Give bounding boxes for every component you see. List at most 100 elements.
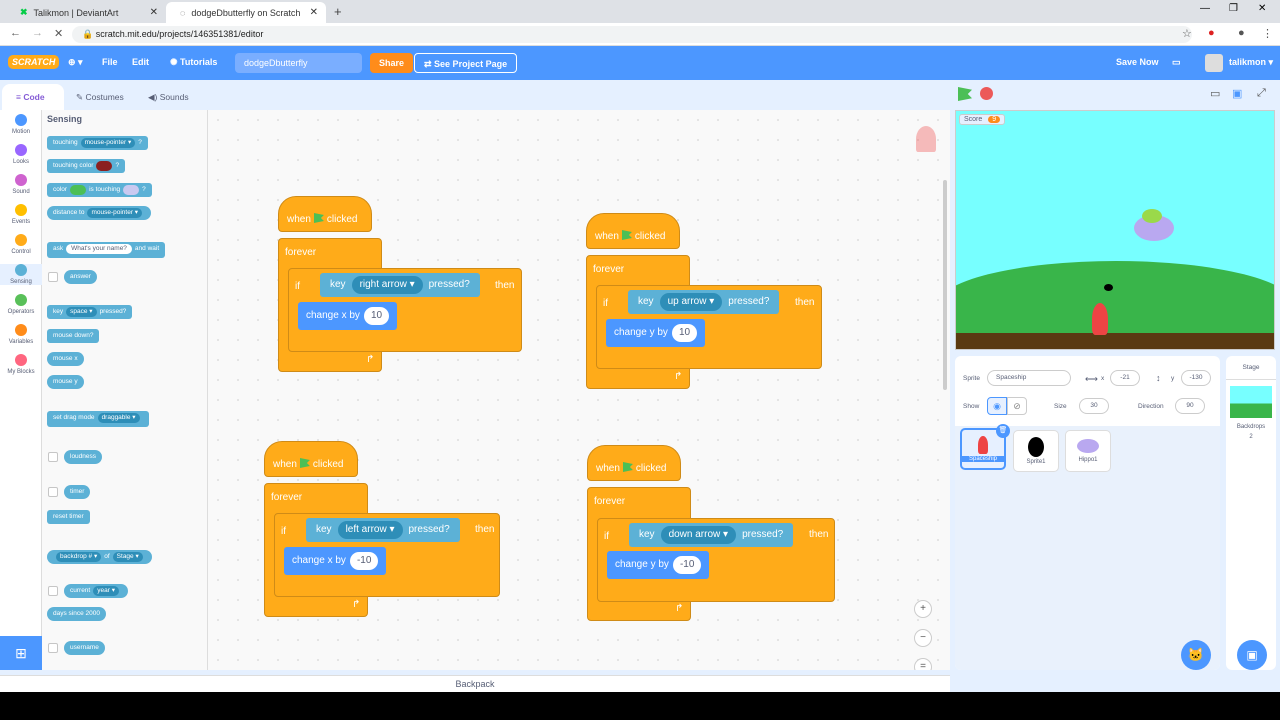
distance-to-block[interactable]: distance to mouse-pointer ▾ — [47, 206, 152, 220]
touching-color-block[interactable]: touching color ? — [47, 159, 126, 173]
color-swatch[interactable] — [96, 161, 113, 171]
mouse-y-block[interactable]: mouse y — [47, 375, 84, 389]
key-pressed-block[interactable]: key up arrow ▾ pressed? — [628, 290, 780, 314]
checkbox[interactable] — [48, 643, 58, 653]
url-field[interactable]: 🔒 scratch.mit.edu/projects/146351381/edi… — [72, 26, 1192, 43]
forward-icon[interactable]: → — [32, 27, 43, 39]
answer-block[interactable]: answer — [64, 270, 97, 284]
timer-block[interactable]: timer — [64, 485, 91, 499]
when-flag-clicked-block[interactable]: when clicked — [586, 213, 680, 249]
color-touching-block[interactable]: color is touching ? — [47, 183, 152, 197]
project-title-input[interactable]: dodgeDbutterfly — [235, 53, 362, 73]
stage-target-pane[interactable]: Stage Backdrops 2 ▣ — [1226, 356, 1276, 670]
more-icon[interactable]: ⋮ — [1262, 27, 1273, 40]
category-variables[interactable]: Variables — [0, 324, 42, 345]
key-dropdown[interactable]: up arrow ▾ — [659, 293, 723, 311]
stop-icon[interactable]: ✕ — [54, 27, 63, 40]
checkbox[interactable] — [48, 272, 58, 282]
close-icon[interactable]: ✕ — [310, 7, 318, 18]
dropdown[interactable]: space ▾ — [66, 307, 97, 317]
mouse-x-block[interactable]: mouse x — [47, 352, 84, 366]
tab-costumes[interactable]: ✎ Costumes — [68, 84, 138, 110]
profile-icon[interactable]: ● — [1238, 27, 1245, 39]
dropdown[interactable]: draggable ▾ — [97, 413, 140, 423]
change-x-block[interactable]: change x by -10 — [284, 547, 387, 575]
add-extension-button[interactable]: ⊞ — [0, 636, 42, 670]
sprite-thumb-hippo1[interactable]: Hippo1 — [1065, 430, 1111, 472]
browser-tab-deviantart[interactable]: ✖ Talikmon | DeviantArt ✕ — [6, 2, 166, 23]
current-year-block[interactable]: current year ▾ — [64, 584, 128, 598]
code-workspace[interactable]: when clicked forever if then key right arr… — [208, 110, 950, 670]
close-icon[interactable]: ✕ — [150, 7, 158, 18]
key-pressed-block[interactable]: key down arrow ▾ pressed? — [629, 523, 794, 547]
direction-input[interactable]: 90 — [1175, 398, 1205, 414]
dropdown[interactable]: mouse-pointer ▾ — [87, 208, 143, 218]
checkbox[interactable] — [48, 452, 58, 462]
back-icon[interactable]: ← — [10, 27, 21, 39]
zoom-out-icon[interactable]: − — [914, 629, 932, 647]
category-motion[interactable]: Motion — [0, 114, 42, 135]
dropdown[interactable]: backdrop # ▾ — [56, 552, 102, 562]
window-close-icon[interactable]: ✕ — [1258, 3, 1266, 14]
set-drag-mode-block[interactable]: set drag mode draggable ▾ — [47, 411, 149, 427]
dropdown[interactable]: year ▾ — [93, 586, 119, 596]
key-pressed-block[interactable]: key space ▾ pressed? — [47, 305, 133, 319]
checkbox[interactable] — [48, 487, 58, 497]
username-menu[interactable]: talikmon ▾ — [1229, 57, 1273, 68]
share-button[interactable]: Share — [370, 53, 414, 73]
stage-canvas[interactable]: Score 9 — [955, 110, 1275, 350]
show-visible-icon[interactable]: ◉ — [987, 397, 1007, 415]
key-pressed-block[interactable]: key right arrow ▾ pressed? — [320, 273, 480, 297]
sprite-thumb-spaceship[interactable]: Spaceship 🗑 — [960, 424, 1010, 470]
backdrop-of-block[interactable]: backdrop # ▾ of Stage ▾ — [47, 550, 152, 564]
delete-icon[interactable]: 🗑 — [996, 424, 1010, 438]
tab-code[interactable]: ≡ Code — [2, 84, 64, 110]
category-my-blocks[interactable]: My Blocks — [0, 354, 42, 375]
avatar[interactable] — [1205, 54, 1223, 72]
loudness-block[interactable]: loudness — [64, 450, 103, 464]
star-icon[interactable]: ☆ — [1182, 27, 1192, 40]
new-tab-icon[interactable]: + — [334, 4, 342, 19]
color-swatch[interactable] — [123, 185, 140, 195]
key-dropdown[interactable]: down arrow ▾ — [660, 526, 737, 544]
days-since-block[interactable]: days since 2000 — [47, 607, 106, 621]
category-events[interactable]: Events — [0, 204, 42, 225]
add-backdrop-icon[interactable]: ▣ — [1237, 640, 1267, 670]
tab-sounds[interactable]: ◀) Sounds — [142, 84, 204, 110]
maximize-icon[interactable]: ❐ — [1229, 3, 1238, 14]
fullscreen-icon[interactable]: ⤢ — [1257, 87, 1266, 100]
number-input[interactable]: 10 — [363, 307, 390, 325]
key-pressed-block[interactable]: key left arrow ▾ pressed? — [306, 518, 460, 542]
backpack-bar[interactable]: Backpack — [0, 675, 950, 692]
checkbox[interactable] — [48, 586, 58, 596]
number-input[interactable]: -10 — [672, 556, 702, 574]
green-flag-icon[interactable] — [958, 87, 972, 101]
extension-icon[interactable]: ● — [1208, 27, 1215, 39]
my-stuff-icon[interactable]: ▭ — [1172, 57, 1181, 68]
key-dropdown[interactable]: right arrow ▾ — [351, 276, 423, 294]
small-stage-icon[interactable]: ▭ — [1210, 87, 1220, 100]
stop-icon[interactable] — [980, 87, 993, 100]
scratch-logo[interactable]: SCRATCH — [8, 55, 60, 69]
category-sound[interactable]: Sound — [0, 174, 42, 195]
sprite-thumb-sprite1[interactable]: Sprite1 — [1013, 430, 1059, 472]
zoom-in-icon[interactable]: + — [914, 600, 932, 618]
save-now-button[interactable]: Save Now — [1116, 57, 1159, 67]
size-input[interactable]: 30 — [1079, 398, 1109, 414]
block-input[interactable]: What's your name? — [66, 244, 132, 254]
change-y-block[interactable]: change y by -10 — [607, 551, 710, 579]
key-dropdown[interactable]: left arrow ▾ — [337, 521, 403, 539]
username-block[interactable]: username — [64, 641, 105, 655]
number-input[interactable]: 10 — [671, 324, 698, 342]
color-swatch[interactable] — [70, 185, 87, 195]
change-y-block[interactable]: change y by 10 — [606, 319, 706, 347]
category-control[interactable]: Control — [0, 234, 42, 255]
category-operators[interactable]: Operators — [0, 294, 42, 315]
x-input[interactable]: -21 — [1110, 370, 1140, 386]
change-x-block[interactable]: change x by 10 — [298, 302, 398, 330]
zoom-reset-icon[interactable]: = — [914, 658, 932, 670]
touching-block[interactable]: touching mouse-pointer ▾? — [47, 136, 148, 150]
file-menu[interactable]: File — [102, 57, 118, 67]
globe-icon[interactable]: ⊕ ▾ — [68, 57, 83, 68]
number-input[interactable]: -10 — [349, 552, 379, 570]
